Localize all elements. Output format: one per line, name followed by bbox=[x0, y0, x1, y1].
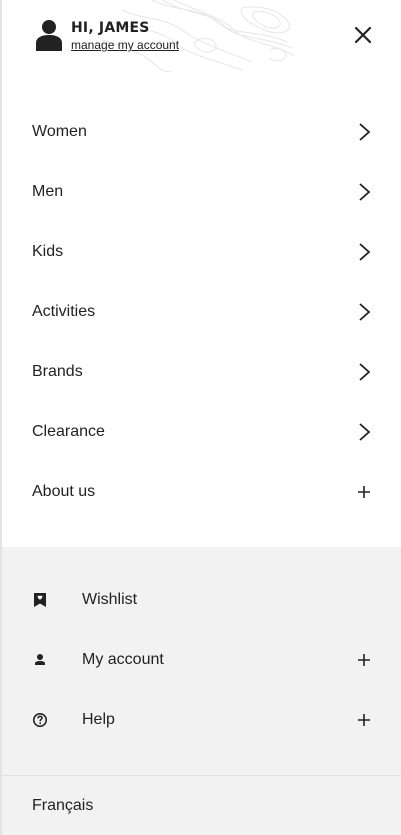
chevron-right-icon bbox=[359, 423, 371, 441]
language-switch-link[interactable]: Français bbox=[32, 797, 93, 815]
nav-item-label: Women bbox=[32, 123, 87, 140]
chevron-right-icon bbox=[359, 363, 371, 381]
nav-item-label: About us bbox=[32, 483, 96, 500]
help-icon bbox=[33, 713, 47, 727]
footer-item-my-account[interactable]: My account bbox=[2, 630, 401, 690]
nav-item-label: Men bbox=[32, 183, 64, 200]
footer-links: Wishlist My account Help bbox=[2, 547, 401, 750]
plus-icon bbox=[358, 486, 370, 498]
main-nav: Women Men Kids Activities Brands Clearan… bbox=[2, 102, 401, 522]
footer-item-help[interactable]: Help bbox=[2, 690, 401, 750]
footer-item-label: My account bbox=[82, 651, 164, 668]
close-icon[interactable] bbox=[353, 25, 373, 45]
plus-icon bbox=[358, 654, 370, 666]
nav-item-label: Clearance bbox=[32, 423, 105, 440]
chevron-right-icon bbox=[359, 123, 371, 141]
nav-item-kids[interactable]: Kids bbox=[2, 222, 401, 282]
footer-divider bbox=[2, 775, 401, 776]
nav-item-about-us[interactable]: About us bbox=[2, 462, 401, 522]
footer-item-label: Help bbox=[82, 711, 115, 728]
wishlist-icon bbox=[34, 593, 46, 607]
chevron-right-icon bbox=[359, 303, 371, 321]
person-icon bbox=[35, 654, 45, 665]
nav-item-brands[interactable]: Brands bbox=[2, 342, 401, 402]
chevron-right-icon bbox=[359, 183, 371, 201]
greeting-block: HI, JAMES manage my account bbox=[71, 19, 179, 52]
footer-item-wishlist[interactable]: Wishlist bbox=[2, 570, 401, 630]
mobile-menu-drawer: HI, JAMES manage my account Women Men Ki… bbox=[0, 0, 401, 835]
nav-item-activities[interactable]: Activities bbox=[2, 282, 401, 342]
nav-item-clearance[interactable]: Clearance bbox=[2, 402, 401, 462]
nav-item-men[interactable]: Men bbox=[2, 162, 401, 222]
plus-icon bbox=[358, 714, 370, 726]
nav-item-label: Brands bbox=[32, 363, 83, 380]
nav-item-label: Kids bbox=[32, 243, 64, 260]
user-icon bbox=[36, 20, 62, 51]
manage-account-link[interactable]: manage my account bbox=[71, 38, 179, 52]
menu-header: HI, JAMES manage my account bbox=[2, 0, 401, 72]
footer-item-label: Wishlist bbox=[82, 591, 138, 608]
chevron-right-icon bbox=[359, 243, 371, 261]
greeting-text: HI, JAMES bbox=[71, 20, 150, 36]
nav-item-label: Activities bbox=[32, 303, 96, 320]
user-greeting: HI, JAMES manage my account bbox=[34, 19, 179, 52]
nav-item-women[interactable]: Women bbox=[2, 102, 401, 162]
menu-footer: Wishlist My account Help Français bbox=[2, 547, 401, 835]
